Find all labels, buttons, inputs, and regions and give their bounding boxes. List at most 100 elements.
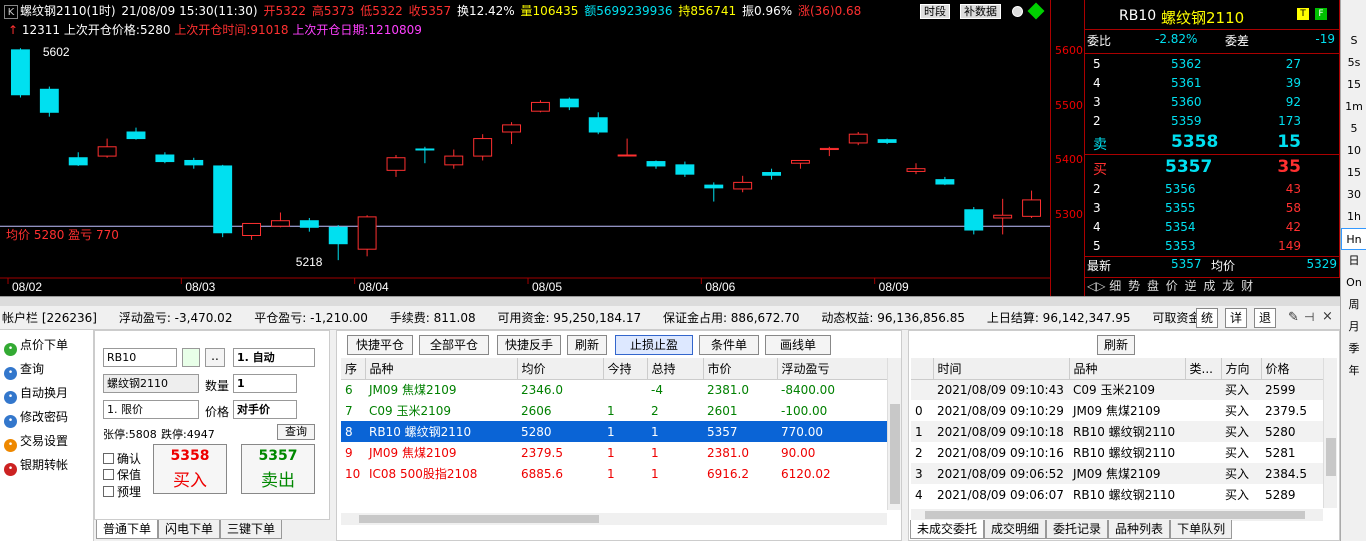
- k-label-icon[interactable]: K: [4, 4, 18, 19]
- more-button[interactable]: ..: [205, 348, 225, 367]
- ask-level[interactable]: 3 5360 92: [1085, 93, 1341, 112]
- f-icon[interactable]: F: [1315, 8, 1327, 20]
- lock-icon[interactable]: [182, 348, 200, 367]
- period-item[interactable]: 周: [1341, 294, 1366, 316]
- table-row[interactable]: 6 JM09 焦煤2109 2346.0 -4 2381.0 -8400.00: [341, 379, 887, 400]
- query-button[interactable]: 查询: [277, 424, 315, 440]
- detail-button[interactable]: 详: [1225, 308, 1247, 328]
- period-item[interactable]: 1h: [1341, 206, 1366, 228]
- hedge-checkbox[interactable]: 保值: [103, 466, 141, 483]
- positions-header[interactable]: 今持: [603, 358, 648, 380]
- table-row[interactable]: 8 RB10 螺纹钢2110 5280 1 1 5357 770.00: [341, 421, 887, 442]
- positions-header[interactable]: 浮动盈亏: [777, 358, 888, 380]
- open-mode-select[interactable]: 1. 自动: [233, 348, 315, 367]
- buy-button[interactable]: 5358 买入: [153, 444, 227, 494]
- period-item[interactable]: 5: [1341, 118, 1366, 140]
- period-item[interactable]: 季: [1341, 338, 1366, 360]
- nav-item[interactable]: • 自动换月: [4, 382, 68, 404]
- book-tab[interactable]: 财: [1241, 279, 1253, 293]
- book-tab[interactable]: 成: [1203, 279, 1219, 293]
- table-row[interactable]: 3 2021/08/09 09:06:52 JM09 焦煤2109 买入 2384.5: [911, 463, 1325, 484]
- trades-header[interactable]: 方向: [1221, 358, 1262, 380]
- period-item[interactable]: 30: [1341, 184, 1366, 206]
- period-item[interactable]: 1m: [1341, 96, 1366, 118]
- nav-item[interactable]: • 银期转帐: [4, 454, 68, 476]
- trades-header[interactable]: 品种: [1069, 358, 1186, 380]
- positions-toolbar-button[interactable]: 快捷反手: [497, 335, 561, 355]
- splitter[interactable]: [0, 296, 1340, 306]
- confirm-checkbox[interactable]: 确认: [103, 450, 141, 467]
- period-item[interactable]: 月: [1341, 316, 1366, 338]
- tab[interactable]: 闪电下单: [158, 520, 221, 539]
- book-tab[interactable]: 细: [1109, 279, 1125, 293]
- trades-header[interactable]: 价格: [1261, 358, 1326, 380]
- table-row[interactable]: 2021/08/09 09:10:43 C09 玉米2109 买入 2599: [911, 379, 1325, 400]
- tools-icon[interactable]: ✎: [1288, 310, 1299, 325]
- tab[interactable]: 普通下单: [96, 520, 159, 539]
- ask-level[interactable]: 2 5359 173: [1085, 112, 1341, 131]
- positions-toolbar-button[interactable]: 全部平仓: [419, 335, 489, 355]
- bid-level[interactable]: 买 5357 35: [1085, 156, 1341, 180]
- positions-header[interactable]: 序: [341, 358, 366, 380]
- table-row[interactable]: 4 2021/08/09 09:06:07 RB10 螺纹钢2110 买入 5289: [911, 484, 1325, 505]
- bid-level[interactable]: 4 5354 42: [1085, 218, 1341, 237]
- period-item[interactable]: 15: [1341, 162, 1366, 184]
- table-row[interactable]: 1 2021/08/09 09:10:18 RB10 螺纹钢2110 买入 5280: [911, 421, 1325, 442]
- positions-header[interactable]: 总持: [647, 358, 704, 380]
- period-item[interactable]: On: [1341, 272, 1366, 294]
- positions-toolbar-button[interactable]: 快捷平仓: [347, 335, 413, 355]
- ask-level[interactable]: 卖 5358 15: [1085, 131, 1341, 155]
- book-tab-prev-icon[interactable]: ◁▷: [1087, 279, 1109, 293]
- qty-input[interactable]: 1: [233, 374, 297, 393]
- nav-item[interactable]: • 点价下单: [4, 334, 68, 356]
- period-item[interactable]: 日: [1341, 250, 1366, 272]
- positions-hscroll[interactable]: [341, 513, 887, 525]
- tab[interactable]: 成交明细: [984, 520, 1047, 539]
- period-item[interactable]: 10: [1341, 140, 1366, 162]
- bid-level[interactable]: 5 5353 149: [1085, 237, 1341, 256]
- exit-button[interactable]: 退: [1254, 308, 1276, 328]
- trades-header[interactable]: [911, 358, 934, 380]
- book-tab[interactable]: 价: [1166, 279, 1182, 293]
- bid-level[interactable]: 3 5355 58: [1085, 199, 1341, 218]
- tab[interactable]: 三键下单: [220, 520, 283, 539]
- tab[interactable]: 委托记录: [1046, 520, 1109, 539]
- positions-toolbar-button[interactable]: 刷新: [567, 335, 607, 355]
- trades-header[interactable]: 时间: [933, 358, 1070, 380]
- book-tab[interactable]: 势: [1128, 279, 1144, 293]
- sell-button[interactable]: 5357 卖出: [241, 444, 315, 494]
- table-row[interactable]: 2 2021/08/09 09:10:16 RB10 螺纹钢2110 买入 5281: [911, 442, 1325, 463]
- contract-code-input[interactable]: RB10: [103, 348, 177, 367]
- positions-scrollbar[interactable]: [887, 358, 901, 510]
- nav-item[interactable]: • 查询: [4, 358, 44, 380]
- refresh-button[interactable]: 刷新: [1097, 335, 1135, 355]
- preorder-checkbox[interactable]: 预埋: [103, 483, 141, 500]
- price-input[interactable]: 对手价: [233, 400, 297, 419]
- book-tab[interactable]: 盘: [1147, 279, 1163, 293]
- nav-item[interactable]: • 修改密码: [4, 406, 68, 428]
- period-button[interactable]: 时段: [920, 4, 950, 19]
- trades-scrollbar[interactable]: [1323, 358, 1337, 508]
- period-item[interactable]: Hn: [1341, 228, 1366, 250]
- nav-item[interactable]: • 交易设置: [4, 430, 68, 452]
- kline-chart[interactable]: 08/0208/0308/0408/0508/0608/091时56025218: [0, 0, 1050, 296]
- period-item[interactable]: 5s: [1341, 52, 1366, 74]
- ask-level[interactable]: 4 5361 39: [1085, 74, 1341, 93]
- settings-gear-icon[interactable]: [1012, 6, 1023, 17]
- table-row[interactable]: 10 IC08 500股指2108 6885.6 1 1 6916.2 6120.02: [341, 463, 887, 484]
- trades-header[interactable]: 类...: [1185, 358, 1222, 380]
- positions-toolbar-button[interactable]: 条件单: [699, 335, 759, 355]
- ask-level[interactable]: 5 5362 27: [1085, 55, 1341, 74]
- positions-toolbar-button[interactable]: 止损止盈: [615, 335, 693, 355]
- period-item[interactable]: S: [1341, 30, 1366, 52]
- tab[interactable]: 未成交委托: [910, 520, 985, 539]
- tab[interactable]: 下单队列: [1170, 520, 1233, 539]
- supplement-data-button[interactable]: 补数据: [960, 4, 1001, 19]
- positions-header[interactable]: 品种: [365, 358, 518, 380]
- book-tab[interactable]: 龙: [1222, 279, 1238, 293]
- price-type-select[interactable]: 1. 限价: [103, 400, 199, 419]
- pin-icon[interactable]: ⊣: [1304, 310, 1314, 324]
- t-icon[interactable]: T: [1297, 8, 1309, 20]
- period-item[interactable]: 年: [1341, 360, 1366, 382]
- tab[interactable]: 品种列表: [1108, 520, 1171, 539]
